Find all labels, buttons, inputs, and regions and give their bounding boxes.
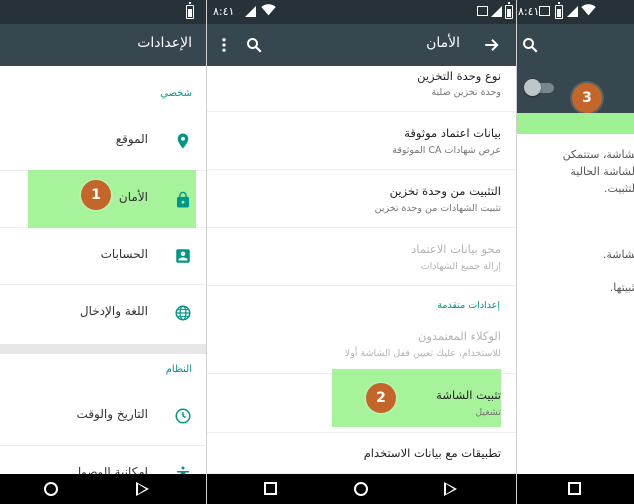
settings-item-label: الحسابات bbox=[100, 247, 148, 261]
security-item-title: التثبيت من وحدة تخزين bbox=[389, 184, 501, 198]
system-section-card: النظام التاريخ والوقت إمكانية الوصول bbox=[0, 354, 206, 481]
security-item-clear-credentials: محو بيانات الاعتماد إزالة جميع الشهادات bbox=[207, 228, 516, 286]
signal-icon bbox=[567, 6, 578, 17]
battery-icon bbox=[505, 2, 513, 19]
security-item-title: الوكلاء المعتمدون bbox=[417, 329, 501, 343]
settings-item-label: اللغة والإدخال bbox=[79, 304, 148, 318]
status-bar bbox=[0, 0, 206, 24]
recents-button[interactable] bbox=[568, 482, 581, 495]
security-item-subtitle: للاستخدام، عليك تعيين قفل الشاشة أولا bbox=[344, 348, 501, 359]
search-icon[interactable] bbox=[245, 36, 263, 54]
settings-item-label: التاريخ والوقت bbox=[76, 407, 148, 421]
home-button[interactable] bbox=[354, 482, 368, 496]
image-notification-icon bbox=[477, 6, 488, 16]
security-item-title: تطبيقات مع بيانات الاستخدام bbox=[363, 446, 501, 460]
security-item-subtitle: تشغيل bbox=[475, 407, 501, 418]
status-bar: ٨:٤١ bbox=[207, 0, 516, 24]
page-title: الإعدادات bbox=[137, 35, 192, 51]
security-item-trusted-credentials[interactable]: بيانات اعتماد موثوقة عرض شهادات CA الموث… bbox=[207, 112, 516, 170]
more-vert-icon[interactable] bbox=[217, 36, 231, 54]
navigation-bar bbox=[207, 474, 516, 504]
navigation-bar bbox=[0, 474, 206, 504]
description-line: تثبيتها. bbox=[609, 281, 634, 294]
recents-button[interactable] bbox=[264, 482, 277, 495]
status-bar: ٨:٤١ bbox=[517, 0, 634, 24]
security-item-title: بيانات اعتماد موثوقة bbox=[404, 126, 501, 140]
section-header-personal: شخصي bbox=[160, 88, 192, 99]
search-icon[interactable] bbox=[521, 36, 539, 54]
security-item-storage-type[interactable]: نوع وحدة التخزين وحدة تخزين صلبة bbox=[207, 66, 516, 112]
signal-icon bbox=[245, 6, 256, 17]
signal-icon bbox=[491, 6, 502, 17]
security-item-title: نوع وحدة التخزين bbox=[417, 69, 501, 83]
security-item-install-from-storage[interactable]: التثبيت من وحدة تخزين تثبيت الشهادات من … bbox=[207, 170, 516, 228]
battery-icon bbox=[186, 2, 194, 19]
screen-pinning-toolbar bbox=[517, 24, 634, 66]
security-screen: ٨:٤١ الأمان نوع وحدة التخزين وحدة تخزين … bbox=[206, 0, 516, 504]
settings-toolbar: الإعدادات bbox=[0, 24, 206, 66]
back-button-inner bbox=[138, 484, 146, 494]
settings-item-date-time[interactable]: التاريخ والوقت bbox=[0, 388, 206, 444]
account-box-icon bbox=[176, 249, 190, 263]
arrow-forward-icon[interactable] bbox=[483, 36, 501, 54]
clock-icon bbox=[175, 408, 191, 424]
location-pin-icon bbox=[177, 133, 189, 149]
description-line: التثبيت. bbox=[604, 182, 634, 195]
wifi-icon bbox=[581, 4, 596, 16]
section-header-system: النظام bbox=[165, 364, 192, 375]
globe-icon bbox=[175, 305, 191, 321]
screen-pinning-toggle-thumb bbox=[524, 79, 541, 96]
settings-item-label: الأمان bbox=[118, 190, 148, 204]
status-time: ٨:٤١ bbox=[518, 5, 540, 18]
security-item-subtitle: إزالة جميع الشهادات bbox=[420, 261, 501, 272]
security-item-trust-agents: الوكلاء المعتمدون للاستخدام، عليك تعيين … bbox=[207, 318, 516, 374]
settings-item-accounts[interactable]: الحسابات bbox=[0, 227, 206, 283]
security-item-title: محو بيانات الاعتماد bbox=[411, 242, 501, 256]
navigation-bar bbox=[517, 474, 634, 504]
security-item-subtitle: وحدة تخزين صلبة bbox=[431, 87, 501, 98]
highlight-toggle bbox=[517, 113, 634, 134]
home-button[interactable] bbox=[44, 482, 58, 496]
page-title: الأمان bbox=[426, 35, 460, 51]
security-item-usage-access[interactable]: تطبيقات مع بيانات الاستخدام bbox=[207, 432, 516, 474]
settings-item-location[interactable]: الموقع bbox=[0, 113, 206, 169]
security-toolbar: الأمان bbox=[207, 24, 516, 66]
description-line: لشاشة. bbox=[602, 248, 634, 261]
status-time: ٨:٤١ bbox=[213, 5, 235, 18]
settings-item-security-overlay: الأمان bbox=[0, 170, 206, 228]
image-notification-icon bbox=[539, 6, 550, 16]
back-button-inner bbox=[446, 484, 454, 494]
callout-badge-3: 3 bbox=[572, 83, 602, 113]
settings-list: شخصي الموقع الأمان الحسابات اللغة والإدخ… bbox=[0, 66, 206, 481]
wifi-icon bbox=[261, 4, 276, 16]
settings-screen: الإعدادات شخصي الموقع الأمان الحسابات ال… bbox=[0, 0, 206, 504]
battery-icon bbox=[555, 2, 563, 19]
settings-item-language[interactable]: اللغة والإدخال bbox=[0, 284, 206, 340]
security-item-subtitle: تثبيت الشهادات من وحدة تخزين bbox=[374, 203, 501, 214]
description-line: لشاشة، ستتمكن bbox=[562, 148, 634, 161]
security-item-title: تثبيت الشاشة bbox=[436, 388, 501, 402]
lock-icon bbox=[177, 191, 189, 208]
callout-badge-2: 2 bbox=[366, 383, 396, 413]
screen-pinning-screen: ٨:٤١ 3 لشاشة، ستتمكن الشاشة الحالية التث… bbox=[516, 0, 634, 504]
section-header-advanced: إعدادات متقدمة bbox=[437, 300, 500, 311]
security-item-subtitle: عرض شهادات CA الموثوقة bbox=[392, 145, 501, 156]
security-item-screen-pinning[interactable]: تثبيت الشاشة تشغيل bbox=[207, 374, 516, 430]
description-line: الشاشة الحالية bbox=[570, 165, 634, 178]
settings-item-label: الموقع bbox=[115, 132, 148, 146]
